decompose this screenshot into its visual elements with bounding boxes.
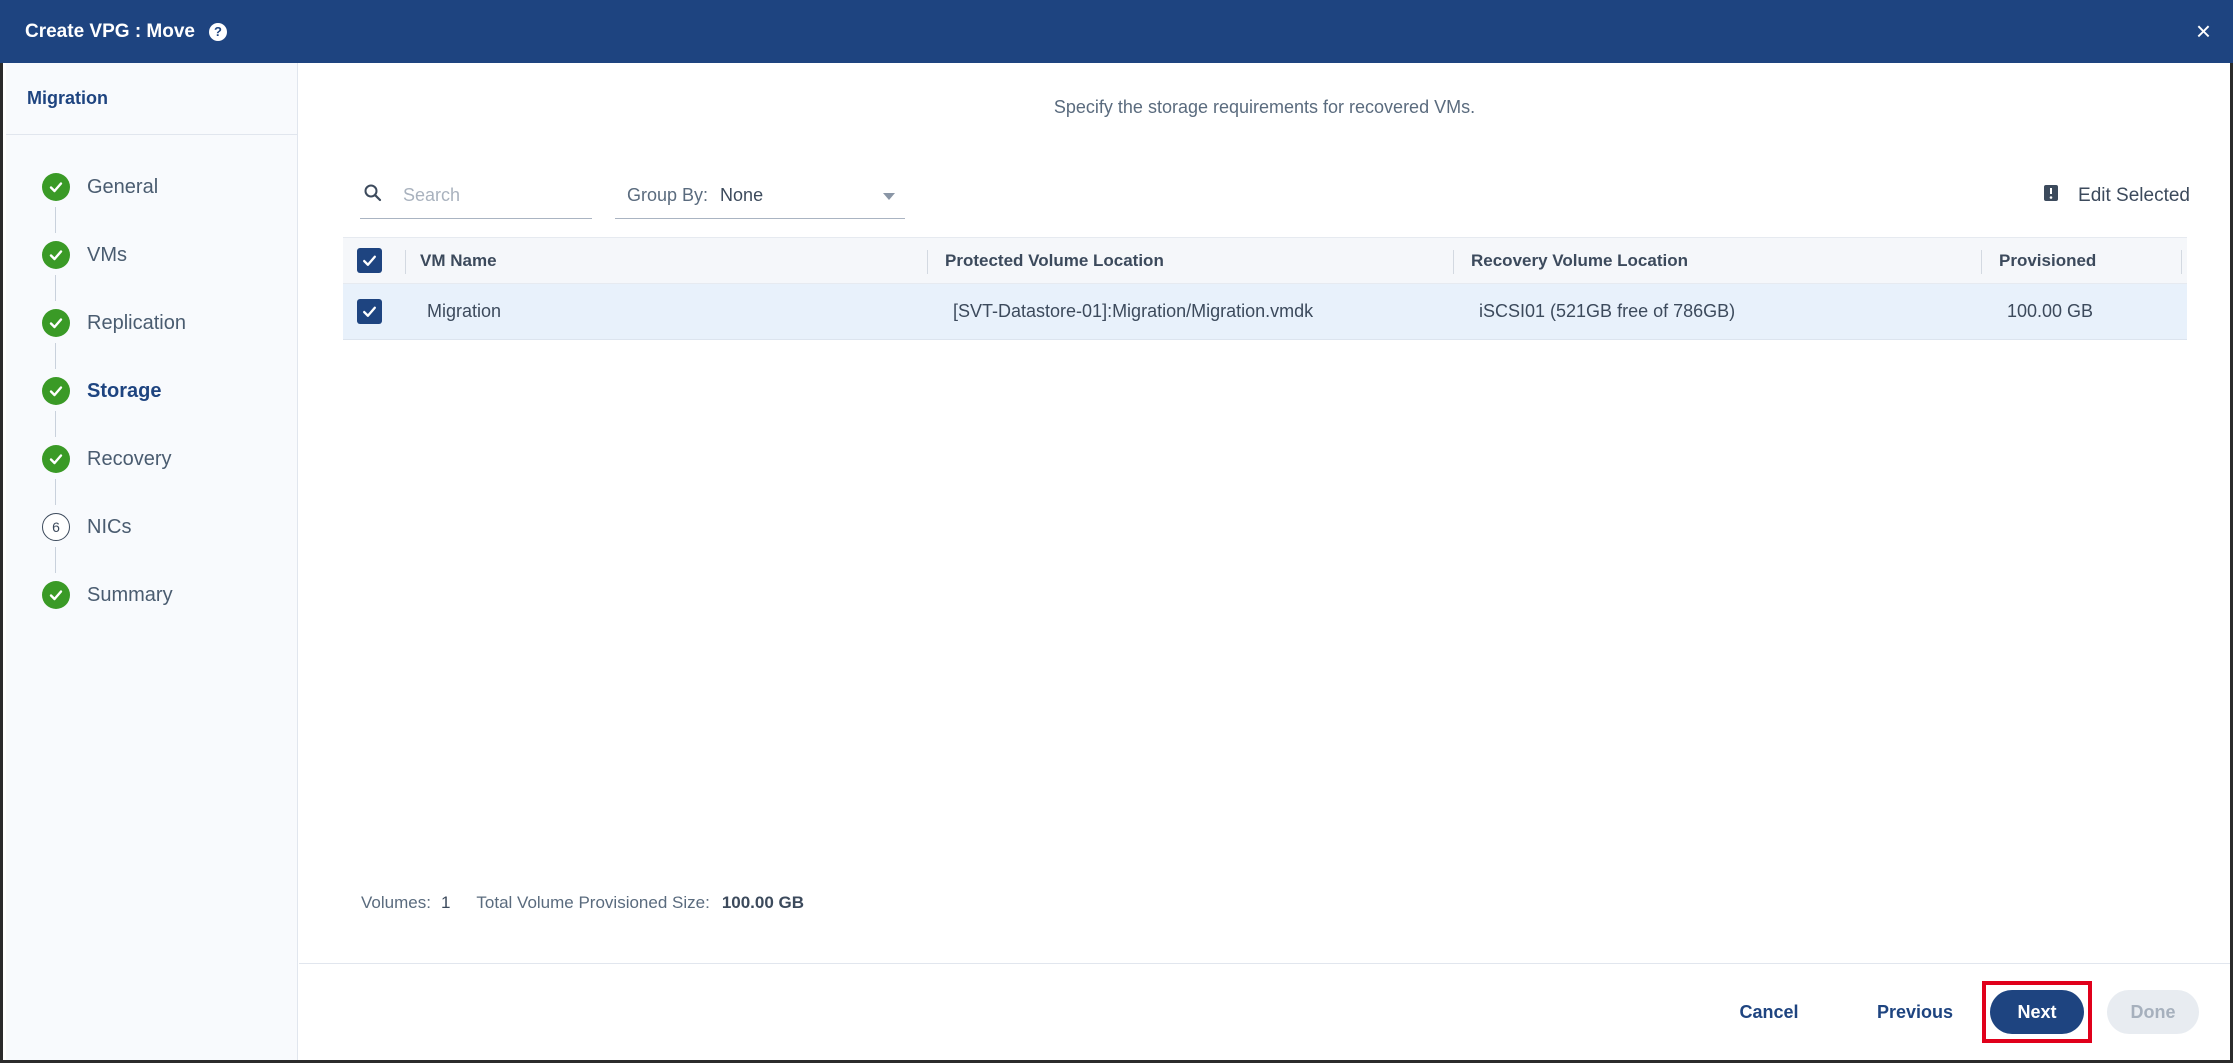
column-header-provisioned[interactable]: Provisioned <box>1999 238 2096 283</box>
step-label: Recovery <box>87 448 172 470</box>
column-divider <box>405 250 406 274</box>
done-button[interactable]: Done <box>2107 990 2199 1034</box>
volumes-label: Volumes: <box>361 893 431 912</box>
group-by-label: Group By: <box>627 185 709 205</box>
step-label: Replication <box>87 312 186 334</box>
volume-summary: Volumes: 1 Total Volume Provisioned Size… <box>361 893 804 913</box>
step-connector <box>55 343 56 369</box>
column-divider <box>2181 250 2182 274</box>
cancel-button[interactable]: Cancel <box>1719 990 1819 1034</box>
step-label: VMs <box>87 244 127 266</box>
check-circle-icon <box>42 173 70 201</box>
row-checkbox-cell <box>357 284 382 339</box>
check-circle-icon <box>42 377 70 405</box>
column-header-vm-name[interactable]: VM Name <box>420 238 497 283</box>
storage-table: VM Name Protected Volume Location Recove… <box>343 237 2187 340</box>
step-connector <box>55 207 56 233</box>
step-vms[interactable]: VMs <box>42 241 186 309</box>
column-divider <box>1981 250 1982 274</box>
step-storage[interactable]: Storage <box>42 377 186 445</box>
search-icon <box>360 183 383 208</box>
edit-selected-label: Edit Selected <box>2078 185 2190 206</box>
wizard-sidebar: Migration General VMs Replication Storag… <box>6 63 298 1060</box>
search-input[interactable] <box>403 185 573 206</box>
step-connector <box>55 547 56 573</box>
step-label: Summary <box>87 584 173 606</box>
page-subtitle: Specify the storage requirements for rec… <box>1053 97 1476 117</box>
step-replication[interactable]: Replication <box>42 309 186 377</box>
column-header-recovery[interactable]: Recovery Volume Location <box>1471 238 1688 283</box>
sidebar-header: Migration <box>6 63 297 135</box>
group-by-value: None <box>720 185 764 205</box>
help-icon[interactable]: ? <box>209 22 227 41</box>
group-by-select[interactable]: Group By: None <box>615 173 905 219</box>
search-box <box>360 173 592 219</box>
dialog-title: Create VPG : Move <box>25 20 195 42</box>
step-label: NICs <box>87 516 132 538</box>
step-recovery[interactable]: Recovery <box>42 445 186 513</box>
edit-selected-button[interactable]: Edit Selected <box>2042 173 2190 219</box>
check-circle-icon <box>42 581 70 609</box>
step-nics[interactable]: 6 NICs <box>42 513 186 581</box>
cell-vm-name: Migration <box>427 301 502 321</box>
cell-recovery-location: iSCSI01 (521GB free of 786GB) <box>1479 301 1736 321</box>
close-icon[interactable]: × <box>2196 18 2211 44</box>
dialog-title-bar: Create VPG : Move ? × <box>0 0 2233 63</box>
cell-protected-location: [SVT-Datastore-01]:Migration/Migration.v… <box>953 301 1314 321</box>
total-size-value: 100.00 GB <box>721 893 805 912</box>
row-checkbox[interactable] <box>357 299 382 324</box>
wizard-footer: Cancel Previous Next Done <box>299 963 2230 1060</box>
step-number-icon: 6 <box>42 513 70 541</box>
table-toolbar: Group By: None Edit Selected <box>360 173 2190 223</box>
step-label: Storage <box>87 380 162 402</box>
step-general[interactable]: General <box>42 173 186 241</box>
column-divider <box>927 250 928 274</box>
select-all-checkbox[interactable] <box>357 248 382 273</box>
column-divider <box>1453 250 1454 274</box>
volumes-value: 1 <box>440 893 451 912</box>
step-connector <box>55 275 56 301</box>
select-all-checkbox-cell <box>357 238 382 283</box>
edit-icon <box>2042 184 2078 208</box>
caret-down-icon <box>883 193 895 200</box>
column-header-protected[interactable]: Protected Volume Location <box>945 238 1164 283</box>
cell-provisioned: 100.00 GB <box>2007 301 2094 321</box>
previous-button[interactable]: Previous <box>1855 990 1975 1034</box>
check-circle-icon <box>42 445 70 473</box>
step-connector <box>55 479 56 505</box>
check-circle-icon <box>42 309 70 337</box>
step-summary[interactable]: Summary <box>42 581 186 649</box>
step-label: General <box>87 176 159 198</box>
next-button[interactable]: Next <box>1990 990 2084 1034</box>
total-size-label: Total Volume Provisioned Size: <box>476 893 710 912</box>
step-connector <box>55 411 56 437</box>
check-circle-icon <box>42 241 70 269</box>
table-header: VM Name Protected Volume Location Recove… <box>343 237 2187 284</box>
main-content: Specify the storage requirements for rec… <box>299 63 2230 963</box>
table-row[interactable]: Migration [SVT-Datastore-01]:Migration/M… <box>343 284 2187 340</box>
wizard-steps: General VMs Replication Storage Recovery… <box>42 173 186 649</box>
